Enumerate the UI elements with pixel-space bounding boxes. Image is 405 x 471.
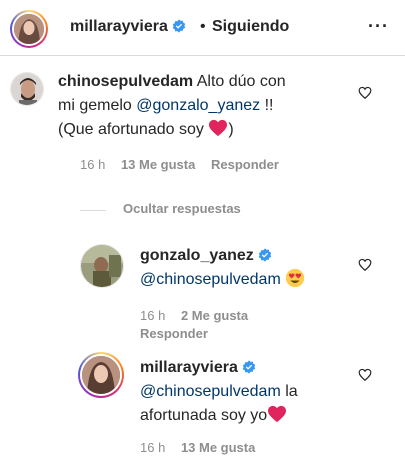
reply-username[interactable]: gonzalo_yanez <box>140 247 272 264</box>
like-heart-icon[interactable] <box>358 258 372 272</box>
reply-avatar[interactable] <box>80 244 124 288</box>
like-heart-icon[interactable] <box>358 86 372 100</box>
comment-time[interactable]: 16 h <box>80 157 105 172</box>
verified-badge-icon <box>173 19 186 33</box>
hide-replies-button[interactable]: Ocultar respuestas <box>123 201 241 216</box>
header-username[interactable]: millarayviera <box>70 18 186 36</box>
reply-meta: 16 h 2 Me gusta <box>140 308 248 323</box>
verified-badge-icon <box>259 248 272 262</box>
divider-line <box>80 210 106 211</box>
reply-meta-line2: Responder <box>140 326 208 341</box>
heart-eyes-emoji <box>286 268 305 288</box>
comment-likes[interactable]: 13 Me gusta <box>121 157 195 172</box>
post-header: millarayviera • Siguiendo ··· <box>0 0 405 56</box>
mention-link[interactable]: @gonzalo_yanez <box>136 97 260 114</box>
reply-time[interactable]: 16 h <box>140 440 165 455</box>
reply-avatar[interactable] <box>78 352 124 398</box>
like-heart-icon[interactable] <box>358 368 372 382</box>
red-heart-emoji <box>268 405 287 423</box>
mention-link[interactable]: @chinosepulvedam <box>140 383 281 400</box>
following-button[interactable]: Siguiendo <box>212 18 289 36</box>
comment-meta: 16 h 13 Me gusta Responder <box>80 157 279 172</box>
red-heart-emoji <box>209 119 228 137</box>
header-avatar[interactable] <box>10 10 48 48</box>
reply-likes[interactable]: 13 Me gusta <box>181 440 255 455</box>
reply-time[interactable]: 16 h <box>140 308 165 323</box>
comment-username[interactable]: chinosepulvedam <box>58 73 193 90</box>
verified-badge-icon <box>243 360 256 374</box>
reply-button[interactable]: Responder <box>140 326 208 341</box>
reply-likes[interactable]: 2 Me gusta <box>181 308 248 323</box>
header-separator: • <box>200 18 206 35</box>
reply-body: millarayviera @chinosepulvedam la afortu… <box>140 359 298 424</box>
comment-body: chinosepulvedam Alto dúo con mi gemelo @… <box>58 73 286 138</box>
mention-link[interactable]: @chinosepulvedam <box>140 271 281 288</box>
more-options-icon[interactable]: ··· <box>368 16 389 37</box>
comment-avatar[interactable] <box>10 72 44 106</box>
reply-username[interactable]: millarayviera <box>140 359 256 376</box>
reply-meta: 16 h 13 Me gusta <box>140 440 255 455</box>
reply-button[interactable]: Responder <box>211 157 279 172</box>
reply-body: gonzalo_yanez @chinosepulvedam <box>140 244 360 292</box>
